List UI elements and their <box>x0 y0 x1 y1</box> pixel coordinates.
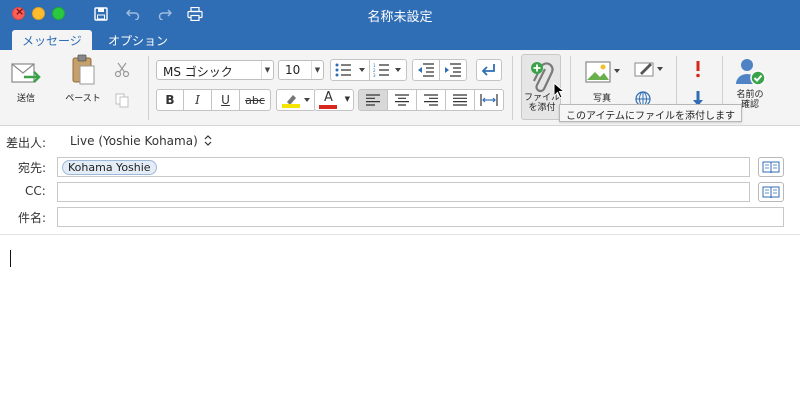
recipient-chip[interactable]: Kohama Yoshie <box>62 160 157 175</box>
cc-address-book-button[interactable] <box>758 182 784 202</box>
check-names-line1: 名前の <box>736 90 764 100</box>
address-book-icon <box>762 186 780 199</box>
signature-button[interactable] <box>634 60 664 78</box>
font-name-select[interactable]: MS ゴシック ▼ <box>156 60 274 80</box>
title-bar: 名称未設定 <box>0 0 800 28</box>
strikethrough-label: abc <box>245 93 265 107</box>
bullet-list-icon <box>335 63 365 77</box>
subject-label: 件名: <box>18 211 47 225</box>
to-label: 宛先: <box>18 161 47 175</box>
subject-field[interactable] <box>57 207 784 227</box>
message-body[interactable] <box>0 235 800 400</box>
font-color-letter: A <box>324 90 333 105</box>
exclamation-icon <box>696 61 700 78</box>
align-left-icon <box>366 94 380 106</box>
send-button[interactable]: 送信 <box>8 58 44 104</box>
tab-message[interactable]: メッセージ <box>12 30 92 50</box>
cc-field[interactable] <box>57 182 750 202</box>
justify-button[interactable] <box>445 89 475 111</box>
window-title: 名称未設定 <box>367 10 433 25</box>
attach-tooltip: このアイテムにファイルを添付します <box>559 104 742 122</box>
font-color-button[interactable]: A ▼ <box>314 89 354 111</box>
align-center-button[interactable] <box>387 89 417 111</box>
mouse-pointer-icon <box>553 82 565 99</box>
bold-button[interactable]: B <box>156 89 184 111</box>
photo-label: 写真 <box>592 94 611 104</box>
italic-label: I <box>195 93 200 107</box>
copy-button[interactable] <box>114 92 130 108</box>
decrease-indent-button[interactable] <box>412 59 440 81</box>
cut-button[interactable] <box>114 62 130 78</box>
from-label: 差出人: <box>6 136 47 150</box>
justify-icon <box>453 94 467 106</box>
highlight-button[interactable] <box>276 89 316 111</box>
scissors-icon <box>114 62 130 78</box>
distributed-button[interactable] <box>474 89 504 111</box>
picture-icon <box>585 61 620 83</box>
paste-label: ペースト <box>65 94 101 104</box>
paste-button[interactable]: ペースト <box>62 54 104 104</box>
check-person-icon <box>736 59 766 86</box>
underline-label: U <box>221 93 230 107</box>
increase-indent-button[interactable] <box>439 59 467 81</box>
send-icon <box>11 63 41 83</box>
font-color-swatch <box>319 105 337 109</box>
outdent-icon <box>418 63 434 77</box>
photo-button[interactable]: 写真 <box>582 60 622 104</box>
text-direction-button[interactable] <box>476 59 502 81</box>
font-size-value: 10 <box>285 63 301 77</box>
numbering-button[interactable]: 1 2 3 <box>369 59 407 81</box>
chevron-down-icon: ▼ <box>344 95 350 103</box>
align-right-icon <box>424 94 438 106</box>
ribbon-tabs: メッセージ オプション <box>0 28 800 50</box>
pen-icon <box>634 62 663 77</box>
to-field[interactable]: Kohama Yoshie <box>57 157 750 177</box>
align-right-button[interactable] <box>416 89 446 111</box>
svg-text:3: 3 <box>373 73 376 77</box>
font-name-value: MS ゴシック <box>163 65 233 79</box>
strikethrough-button[interactable]: abc <box>239 89 271 111</box>
bold-label: B <box>165 93 175 107</box>
underline-button[interactable]: U <box>211 89 240 111</box>
from-account-value: Live (Yoshie Kohama) <box>70 134 198 148</box>
bullets-button[interactable] <box>330 59 370 81</box>
copy-icon <box>115 93 129 108</box>
check-names-button[interactable]: 名前の 確認 <box>730 56 770 110</box>
cc-label: CC: <box>25 184 46 198</box>
chevron-down-icon: ▼ <box>311 61 323 79</box>
distribute-icon <box>480 94 498 106</box>
align-center-icon <box>395 94 409 106</box>
to-address-book-button[interactable] <box>758 157 784 177</box>
paste-icon <box>72 54 95 85</box>
return-arrow-icon <box>481 64 495 76</box>
align-left-button[interactable] <box>358 89 388 111</box>
font-size-select[interactable]: 10 ▼ <box>278 60 324 80</box>
send-label: 送信 <box>16 94 35 104</box>
numbered-list-icon: 1 2 3 <box>373 63 401 77</box>
chevron-down-icon: ▼ <box>261 61 273 79</box>
tab-options[interactable]: オプション <box>98 30 178 50</box>
italic-button[interactable]: I <box>183 89 212 111</box>
highlighter-icon <box>282 95 310 108</box>
high-importance-button[interactable] <box>692 60 704 78</box>
updown-chevron-icon <box>204 135 212 146</box>
address-book-icon <box>762 161 780 174</box>
from-account-selector[interactable]: Live (Yoshie Kohama) <box>70 134 212 148</box>
attach-label-line2: を添付 <box>528 103 556 113</box>
text-caret <box>10 250 11 267</box>
indent-icon <box>445 63 461 77</box>
